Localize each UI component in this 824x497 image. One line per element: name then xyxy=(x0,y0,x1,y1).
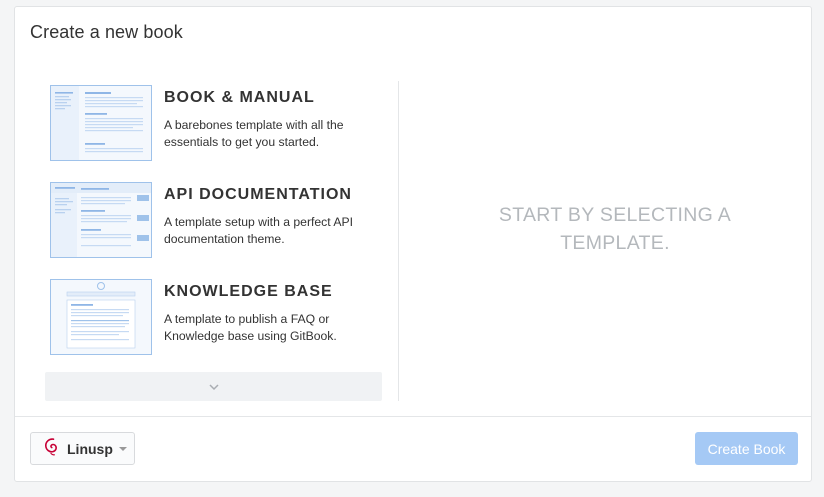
dialog-footer: Linusp Create Book xyxy=(15,416,811,483)
template-description: A template setup with a perfect API docu… xyxy=(164,215,354,246)
create-book-dialog: Create a new book BOOK & MANUAL A barebo… xyxy=(14,6,812,482)
template-name: API DOCUMENTATION xyxy=(164,186,352,203)
template-name: BOOK & MANUAL xyxy=(164,89,315,106)
template-description: A barebones template with all the essent… xyxy=(164,118,344,149)
dialog-body: BOOK & MANUAL A barebones template with … xyxy=(15,65,811,415)
debian-swirl-icon xyxy=(43,436,61,461)
template-book-manual[interactable]: BOOK & MANUAL A barebones template with … xyxy=(50,85,380,165)
panel-divider xyxy=(398,81,399,401)
dialog-title: Create a new book xyxy=(30,22,183,42)
template-knowledge-base[interactable]: KNOWLEDGE BASE A template to publish a F… xyxy=(50,279,380,359)
template-description: A template to publish a FAQ or Knowledge… xyxy=(164,312,337,343)
template-api-documentation[interactable]: API DOCUMENTATION A template setup with … xyxy=(50,182,380,262)
owner-selector-dropdown[interactable]: Linusp xyxy=(30,432,135,465)
chevron-down-icon xyxy=(208,378,219,396)
book-manual-thumbnail xyxy=(50,85,152,161)
template-preview-placeholder: START BY SELECTING A TEMPLATE. xyxy=(498,204,732,254)
owner-name: Linusp xyxy=(67,440,113,457)
show-more-templates-button[interactable] xyxy=(45,372,382,401)
template-name: KNOWLEDGE BASE xyxy=(164,283,333,300)
create-book-button[interactable]: Create Book xyxy=(695,432,798,465)
api-docs-thumbnail xyxy=(50,182,152,258)
knowledge-base-thumbnail xyxy=(50,279,152,355)
caret-down-icon xyxy=(118,446,127,451)
